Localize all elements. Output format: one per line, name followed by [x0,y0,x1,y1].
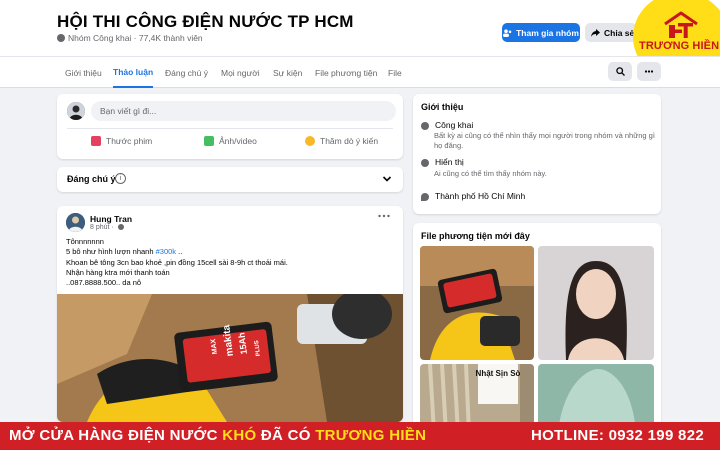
eye-icon [421,159,429,167]
brand-logo-text: TRƯƠNG HIỀN [639,40,720,52]
intro-public-desc: Bất kỳ ai cũng có thể nhìn thấy mọi ngườ… [434,131,655,150]
tab-featured[interactable]: Đáng chú ý [165,57,208,88]
poll-button[interactable]: Thăm dò ý kiến [305,136,378,146]
tab-media[interactable]: File phương tiện [315,57,377,88]
intro-location-text: Thành phố Hồ Chí Minh [435,191,526,201]
group-meta: Nhóm Công khai · 77,4K thành viên [57,33,203,43]
media-tile-caption: Nhật Sịn Sò [476,369,521,378]
globe-icon [117,224,124,231]
tab-files[interactable]: File [388,57,402,88]
post-time[interactable]: 8 phút · [90,224,124,231]
intro-visible: Hiển thị [421,157,464,167]
group-header: HỘI THI CÔNG ĐIỆN NƯỚC TP HCM Nhóm Công … [0,0,720,56]
composer-divider [67,128,393,129]
media-tile-portrait[interactable] [538,246,654,360]
group-intro-card: Giới thiệu Công khai Bất kỳ ai cũng có t… [413,94,661,214]
post-author[interactable]: Hung Tran [90,214,132,224]
post-line: Tônnnnnnn [66,237,104,246]
media-title: File phương tiện mới đây [421,231,530,241]
promo-banner: MỞ CỬA HÀNG ĐIỆN NƯỚC KHÓ ĐÃ CÓ TRƯƠNG H… [0,422,720,450]
intro-public-label: Công khai [435,120,474,130]
post-line: Khoan bê tông 3cn bao khoẻ ,pin đồng 15c… [66,257,288,267]
house-logo-icon [664,11,698,38]
banner-brand: TRƯƠNG HIỀN [315,427,427,444]
people-icon [503,28,512,37]
join-group-label: Tham gia nhóm [516,27,579,38]
info-icon[interactable]: i [115,173,126,184]
tab-events[interactable]: Sự kiện [273,57,302,88]
group-search-button[interactable] [608,62,632,81]
join-group-button[interactable]: Tham gia nhóm [502,23,580,42]
group-title[interactable]: HỘI THI CÔNG ĐIỆN NƯỚC TP HCM [57,12,354,32]
post-options-icon[interactable] [377,213,391,219]
user-avatar[interactable] [67,102,85,120]
featured-label: Đáng chú ý [67,174,116,184]
chevron-down-icon[interactable] [382,174,392,184]
post-composer: Bạn viết gì đi... Thước phim Ảnh/video T… [57,94,403,159]
banner-text: MỞ CỬA HÀNG ĐIỆN NƯỚC [9,427,223,444]
tab-people[interactable]: Mọi người [221,57,260,88]
post-line: 5 bô như hình lượn nhanh #300k .. [66,247,183,257]
group-meta-text: Nhóm Công khai · 77,4K thành viên [68,33,203,43]
search-icon [615,67,625,76]
intro-visible-label: Hiển thị [435,157,464,167]
banner-highlight: KHÓ [222,427,257,444]
poll-icon [305,136,315,146]
intro-public: Công khai [421,120,473,130]
tab-about[interactable]: Giới thiệu [65,57,102,88]
banner-slogan: MỞ CỬA HÀNG ĐIỆN NƯỚC KHÓ ĐÃ CÓ TRƯƠNG H… [9,427,426,444]
share-label: Chia sẻ [604,27,635,38]
reel-icon [91,136,101,146]
recent-media-card: File phương tiện mới đây Nhật Sịn Sò [413,223,661,433]
media-tile-drill[interactable] [420,246,534,360]
post-photo[interactable]: makita 15Ah MAX PLUS [57,294,403,422]
banner-text: ĐÃ CÓ [256,427,316,444]
composer-input[interactable]: Bạn viết gì đi... [91,101,396,121]
post-text: Tônnnnnnn 5 bô như hình lượn nhanh #300k… [66,237,288,288]
intro-location[interactable]: Thành phố Hồ Chí Minh [421,191,525,201]
photo-video-button[interactable]: Ảnh/video [204,136,257,146]
more-dots-icon [644,70,654,73]
photo-icon [204,136,214,146]
intro-visible-desc: Ai cũng có thể tìm thấy nhóm này. [434,169,547,178]
share-icon [591,28,600,37]
post-author-avatar[interactable] [66,213,85,232]
post-time-text: 8 phút · [90,224,114,231]
post-card: Hung Tran 8 phút · Tônnnnnnn 5 bô như hì… [57,206,403,422]
tab-discussion[interactable]: Thảo luận [113,57,154,88]
globe-icon [57,34,65,42]
reel-label: Thước phim [106,136,153,146]
intro-title: Giới thiệu [421,102,464,112]
post-line: Nhận hàng ktra mới thanh toán [66,267,170,277]
featured-section[interactable]: Đáng chú ý i [57,167,403,192]
globe-icon [421,122,429,130]
location-pin-icon [421,193,429,201]
reel-button[interactable]: Thước phim [91,136,152,146]
more-options-button[interactable] [637,62,661,81]
banner-hotline: HOTLINE: 0932 199 822 [530,427,704,444]
poll-label: Thăm dò ý kiến [320,136,379,146]
share-button[interactable]: Chia sẻ [585,23,637,42]
price-hashtag[interactable]: #300k [156,247,176,256]
post-line: ..087.8888.500.. da nô [66,278,142,288]
photo-video-label: Ảnh/video [219,136,257,146]
